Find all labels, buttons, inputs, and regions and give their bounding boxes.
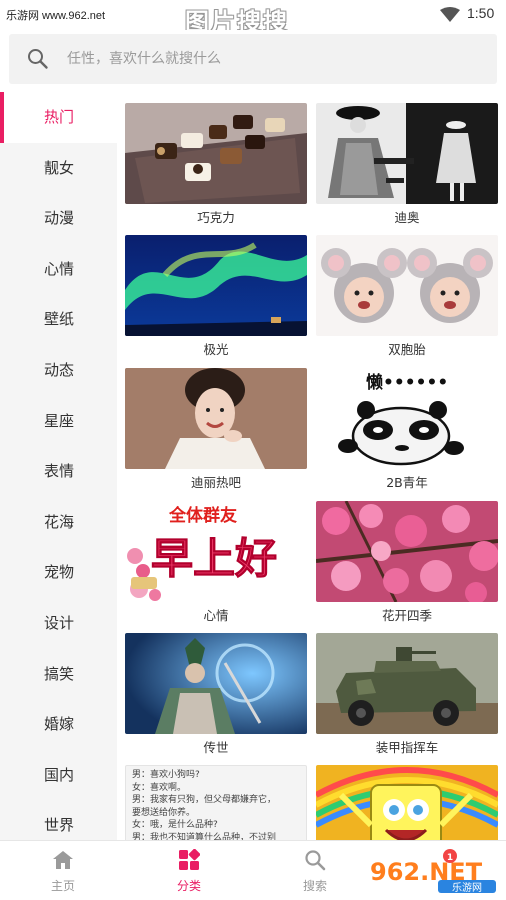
nav-label: 分类 xyxy=(176,879,201,893)
card-legend[interactable]: 传世 xyxy=(125,622,307,755)
sidebar-item-label: 动漫 xyxy=(44,209,75,228)
actress-photo[interactable] xyxy=(125,368,307,469)
card-spongebob[interactable] xyxy=(316,754,498,840)
dialogue-lines: 男：喜欢小狗吗? 女：喜欢啊。 男：我家有只狗，但父母都嫌弃它， 要想送给你养。… xyxy=(126,766,306,840)
image-grid: 巧克力 迪奥 极光 双胞胎 迪丽热吧 懒•••••• 2B青年 全体群友 早上好… xyxy=(117,92,506,840)
sidebar-item-animated[interactable]: 动态 xyxy=(0,345,117,396)
home-icon xyxy=(52,849,74,875)
sidebar-item-domestic[interactable]: 国内 xyxy=(0,750,117,801)
category-sidebar: 热门 靓女 动漫 心情 壁纸 动态 星座 表情 花海 宠物 设计 搞笑 婚嫁 国… xyxy=(0,92,117,840)
card-chocolate[interactable]: 巧克力 xyxy=(125,92,307,225)
twins-photo[interactable] xyxy=(316,235,498,336)
card-dialogue[interactable]: 男：喜欢小狗吗? 女：喜欢啊。 男：我家有只狗，但父母都嫌弃它， 要想送给你养。… xyxy=(125,754,307,840)
sidebar-item-label: 宠物 xyxy=(44,563,75,582)
card-aurora[interactable]: 极光 xyxy=(125,224,307,357)
sidebar-item-anime[interactable]: 动漫 xyxy=(0,193,117,244)
sidebar-item-world[interactable]: 世界 xyxy=(0,800,117,840)
search-input[interactable] xyxy=(67,34,467,84)
sidebar-item-label: 国内 xyxy=(44,765,75,784)
chocolate-photo[interactable] xyxy=(125,103,307,204)
nav-label: 搜索 xyxy=(302,879,327,893)
watermark-badge: 1 xyxy=(447,853,453,863)
greeting-top-text: 全体群友 xyxy=(168,505,237,526)
dialogue-line: 女：喜欢啊。 xyxy=(132,782,187,793)
card-label: 双胞胎 xyxy=(388,342,426,357)
sidebar-item-pets[interactable]: 宠物 xyxy=(0,547,117,598)
card-label: 2B青年 xyxy=(386,475,428,490)
sidebar-item-label: 表情 xyxy=(44,462,75,481)
card-blossom[interactable]: 花开四季 xyxy=(316,490,498,623)
sidebar-item-mood[interactable]: 心情 xyxy=(0,244,117,295)
watermark-text: 乐游网 www.962.net xyxy=(6,10,106,22)
sidebar-item-label: 心情 xyxy=(44,259,75,278)
card-mood[interactable]: 全体群友 早上好 心情 xyxy=(125,490,307,623)
aurora-photo[interactable] xyxy=(125,235,307,336)
sidebar-item-zodiac[interactable]: 星座 xyxy=(0,396,117,447)
category-icon xyxy=(178,848,201,875)
sidebar-item-wedding[interactable]: 婚嫁 xyxy=(0,699,117,750)
clock: 1:50 xyxy=(467,5,495,21)
card-armored-vehicle[interactable]: 装甲指挥车 xyxy=(316,622,498,755)
status-bar: 乐游网 www.962.net 图片搜搜 1:50 xyxy=(0,0,506,36)
warrior-art[interactable] xyxy=(125,633,307,734)
meme-caption: 懒•••••• xyxy=(366,372,448,393)
sidebar-item-label: 靓女 xyxy=(44,158,75,177)
sidebar-item-label: 热门 xyxy=(44,108,75,126)
sidebar-item-label: 壁纸 xyxy=(44,310,75,329)
search-icon[interactable] xyxy=(27,48,49,74)
blossom-photo[interactable] xyxy=(316,501,498,602)
sidebar-item-flowers[interactable]: 花海 xyxy=(0,497,117,548)
sidebar-item-wallpaper[interactable]: 壁纸 xyxy=(0,294,117,345)
sidebar-item-label: 世界 xyxy=(44,816,75,835)
dialogue-line: 女：哦，是什么品种? xyxy=(132,820,218,830)
search-icon xyxy=(304,849,326,875)
card-2b-youth[interactable]: 懒•••••• 2B青年 xyxy=(316,357,498,490)
armored-vehicle-photo[interactable] xyxy=(316,633,498,734)
sidebar-item-emoji[interactable]: 表情 xyxy=(0,446,117,497)
dialogue-line: 男：我家有只狗，但父母都嫌弃它， xyxy=(132,795,277,805)
spongebob-image[interactable] xyxy=(316,765,498,840)
greeting-main-text: 早上好 xyxy=(151,534,277,583)
sidebar-item-label: 星座 xyxy=(44,411,75,430)
sidebar-item-label: 婚嫁 xyxy=(44,715,75,734)
card-twins[interactable]: 双胞胎 xyxy=(316,224,498,357)
sidebar-item-label: 设计 xyxy=(44,613,75,632)
nav-label: 主页 xyxy=(50,879,75,893)
site-watermark-logo: 962.NET 1 乐游网 xyxy=(366,848,500,894)
card-label: 极光 xyxy=(203,342,229,357)
card-dior[interactable]: 迪奥 xyxy=(316,92,498,225)
watermark-subtitle: 乐游网 xyxy=(452,881,482,894)
sidebar-item-label: 花海 xyxy=(44,512,75,531)
nav-search[interactable]: 搜索 xyxy=(252,841,378,900)
card-label: 迪丽热吧 xyxy=(190,475,241,490)
panda-meme[interactable]: 懒•••••• xyxy=(316,368,498,469)
card-actress[interactable]: 迪丽热吧 xyxy=(125,357,307,490)
search-box[interactable] xyxy=(9,34,497,84)
sidebar-item-beauty[interactable]: 靓女 xyxy=(0,143,117,194)
sidebar-item-label: 搞笑 xyxy=(44,664,75,683)
nav-category[interactable]: 分类 xyxy=(126,841,252,900)
greeting-card[interactable]: 全体群友 早上好 xyxy=(125,501,307,602)
wifi-icon xyxy=(440,7,460,27)
sidebar-item-hot[interactable]: 热门 xyxy=(0,92,117,143)
dialogue-line: 男：喜欢小狗吗? xyxy=(132,770,200,780)
nav-home[interactable]: 主页 xyxy=(0,841,126,900)
search-bar xyxy=(0,30,506,92)
sidebar-item-funny[interactable]: 搞笑 xyxy=(0,649,117,700)
sidebar-item-design[interactable]: 设计 xyxy=(0,598,117,649)
dior-photo[interactable] xyxy=(316,103,498,204)
sidebar-item-label: 动态 xyxy=(44,360,75,379)
dialogue-line: 男：我也不知道算什么品种，不过别 xyxy=(132,832,277,841)
dialogue-line: 要想送给你养。 xyxy=(132,807,196,818)
dialogue-text-image[interactable]: 男：喜欢小狗吗? 女：喜欢啊。 男：我家有只狗，但父母都嫌弃它， 要想送给你养。… xyxy=(125,765,307,840)
